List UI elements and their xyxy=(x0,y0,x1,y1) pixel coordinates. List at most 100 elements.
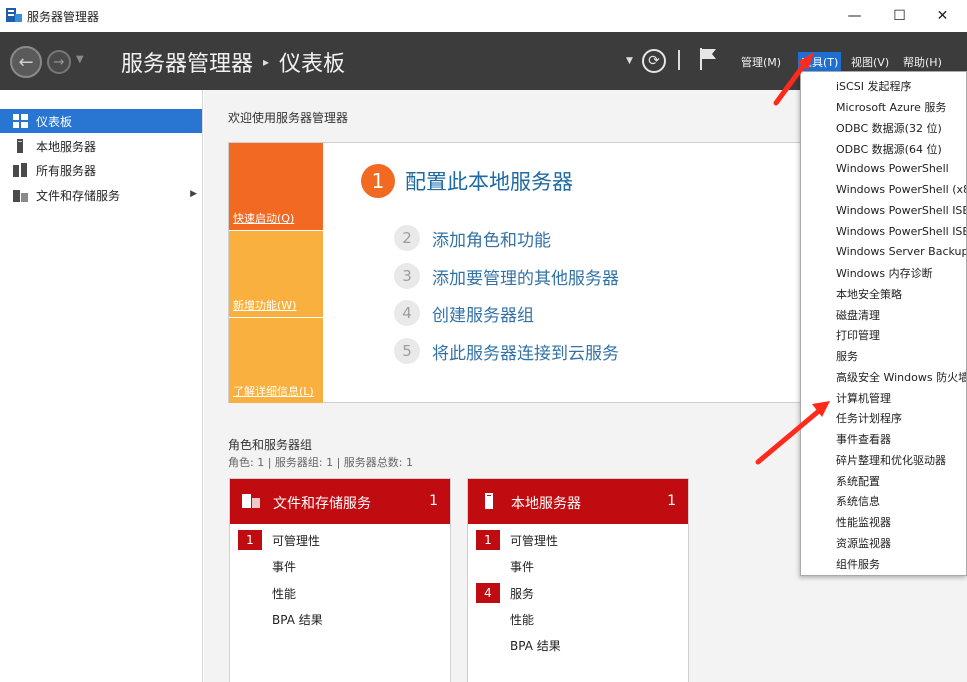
forward-arrow-icon[interactable]: → xyxy=(47,50,71,74)
menu-item-firewall[interactable]: 高级安全 Windows 防火墙 xyxy=(836,366,966,387)
menu-item-task-scheduler[interactable]: 任务计划程序 xyxy=(836,407,966,428)
menu-item-odbc-32[interactable]: ODBC 数据源(32 位) xyxy=(836,117,966,138)
menu-item-system-configuration[interactable]: 系统配置 xyxy=(836,470,966,491)
menu-item-event-viewer[interactable]: 事件查看器 xyxy=(836,428,966,449)
alert-badge: 1 xyxy=(238,530,262,550)
step-number: 2 xyxy=(394,225,420,251)
card-row-services[interactable]: 服务 xyxy=(510,585,534,602)
storage-icon xyxy=(242,494,260,508)
menu-item-iscsi-initiator[interactable]: iSCSI 发起程序 xyxy=(836,75,966,96)
step-number: 1 xyxy=(361,164,395,198)
card-row-performance[interactable]: 性能 xyxy=(272,585,296,602)
close-button[interactable]: ✕ xyxy=(920,0,965,32)
back-arrow-icon[interactable]: ← xyxy=(10,46,42,78)
menu-item-powershell-ise[interactable]: Windows PowerShell ISE xyxy=(836,200,966,221)
step-number: 4 xyxy=(394,300,420,326)
step-configure-local-server[interactable]: 1 配置此本地服务器 xyxy=(361,164,573,198)
welcome-title: 欢迎使用服务器管理器 xyxy=(228,111,349,125)
menu-item-disk-cleanup[interactable]: 磁盘清理 xyxy=(836,304,966,325)
card-count: 1 xyxy=(667,493,676,509)
menu-manage[interactable]: 管理(M) xyxy=(738,52,784,72)
step-link[interactable]: 将此服务器连接到云服务 xyxy=(432,339,619,364)
step-number: 5 xyxy=(394,338,420,364)
server-manager-app-icon xyxy=(6,8,22,22)
sidebar-item-label: 文件和存储服务 xyxy=(36,188,121,203)
card-row-events[interactable]: 事件 xyxy=(272,558,296,575)
step-add-roles[interactable]: 2 添加角色和功能 xyxy=(394,225,551,251)
menu-item-powershell-ise-x86[interactable]: Windows PowerShell ISE (x86) xyxy=(836,221,966,242)
server-icon xyxy=(485,493,493,509)
menu-item-computer-management[interactable]: 计算机管理 xyxy=(836,387,966,408)
breadcrumb: 服务器管理器 ▸ 仪表板 xyxy=(121,46,345,78)
sidebar-item-all-servers[interactable]: 所有服务器 xyxy=(0,158,202,182)
expand-arrow-icon[interactable]: ▶ xyxy=(190,189,197,199)
card-row-events[interactable]: 事件 xyxy=(510,558,534,575)
card-header[interactable]: 文件和存储服务 1 xyxy=(230,479,450,524)
notification-flag-icon[interactable] xyxy=(698,47,718,71)
menu-item-memory-diagnostic[interactable]: Windows 内存诊断 xyxy=(836,262,966,283)
tile-learn-more[interactable]: 了解详细信息(L) xyxy=(229,318,323,403)
card-row-manageability[interactable]: 可管理性 xyxy=(510,532,558,549)
servers-icon xyxy=(13,163,27,177)
step-link[interactable]: 配置此本地服务器 xyxy=(405,166,573,196)
menu-item-services[interactable]: 服务 xyxy=(836,345,966,366)
card-title: 本地服务器 xyxy=(511,496,581,512)
menu-item-odbc-64[interactable]: ODBC 数据源(64 位) xyxy=(836,138,966,159)
breadcrumb-root[interactable]: 服务器管理器 xyxy=(121,46,253,78)
menu-item-system-information[interactable]: 系统信息 xyxy=(836,490,966,511)
step-add-servers[interactable]: 3 添加要管理的其他服务器 xyxy=(394,263,619,289)
maximize-button[interactable]: ☐ xyxy=(877,0,922,32)
card-row-manageability[interactable]: 可管理性 xyxy=(272,532,320,549)
menu-item-print-management[interactable]: 打印管理 xyxy=(836,324,966,345)
menu-tools[interactable]: 工具(T) xyxy=(798,52,842,72)
card-row-performance[interactable]: 性能 xyxy=(510,611,534,628)
sidebar: 仪表板 本地服务器 所有服务器 文件和存储服务 ▶ xyxy=(0,90,203,682)
card-count: 1 xyxy=(429,493,438,509)
menu-item-performance-monitor[interactable]: 性能监视器 xyxy=(836,511,966,532)
alert-badge: 4 xyxy=(476,583,500,603)
refresh-dropdown-icon[interactable]: ▼ xyxy=(626,56,633,66)
menu-item-resource-monitor[interactable]: 资源监视器 xyxy=(836,532,966,553)
menu-view[interactable]: 视图(V) xyxy=(848,52,892,72)
card-title: 文件和存储服务 xyxy=(273,496,371,512)
step-link[interactable]: 添加角色和功能 xyxy=(432,226,551,251)
menu-item-azure-services[interactable]: Microsoft Azure 服务 xyxy=(836,96,966,117)
sidebar-item-file-storage[interactable]: 文件和存储服务 ▶ xyxy=(0,183,202,207)
history-dropdown-icon[interactable]: ▼ xyxy=(76,54,84,65)
menu-item-server-backup[interactable]: Windows Server Backup xyxy=(836,241,966,262)
breadcrumb-current: 仪表板 xyxy=(279,52,346,77)
step-connect-cloud[interactable]: 5 将此服务器连接到云服务 xyxy=(394,338,619,364)
title-bar: 服务器管理器 — ☐ ✕ xyxy=(0,0,967,32)
minimize-button[interactable]: — xyxy=(832,0,877,32)
menu-item-powershell[interactable]: Windows PowerShell xyxy=(836,158,966,179)
card-row-bpa[interactable]: BPA 结果 xyxy=(510,637,561,654)
refresh-icon[interactable]: ⟳ xyxy=(642,49,666,73)
sidebar-item-dashboard[interactable]: 仪表板 xyxy=(0,109,202,133)
tile-label: 了解详细信息(L) xyxy=(233,385,314,398)
storage-icon xyxy=(13,190,28,202)
breadcrumb-separator: ▸ xyxy=(263,55,270,69)
sidebar-item-label: 仪表板 xyxy=(36,114,73,129)
menu-item-local-security-policy[interactable]: 本地安全策略 xyxy=(836,283,966,304)
tile-whats-new[interactable]: 新增功能(W) xyxy=(229,231,323,317)
tile-label: 快速启动(Q) xyxy=(233,212,295,225)
dashboard-icon xyxy=(13,114,28,128)
step-link[interactable]: 创建服务器组 xyxy=(432,301,534,326)
step-number: 3 xyxy=(394,263,420,289)
window-title: 服务器管理器 xyxy=(27,10,100,24)
tile-label: 新增功能(W) xyxy=(233,299,297,312)
card-header[interactable]: 本地服务器 1 xyxy=(468,479,688,524)
sidebar-item-label: 所有服务器 xyxy=(36,163,97,178)
header-divider xyxy=(678,50,680,70)
card-row-bpa[interactable]: BPA 结果 xyxy=(272,611,323,628)
menu-item-component-services[interactable]: 组件服务 xyxy=(836,553,966,574)
menu-item-powershell-x86[interactable]: Windows PowerShell (x86) xyxy=(836,179,966,200)
menu-item-defragment[interactable]: 碎片整理和优化驱动器 xyxy=(836,449,966,470)
menu-help[interactable]: 帮助(H) xyxy=(900,52,945,72)
sidebar-item-local-server[interactable]: 本地服务器 xyxy=(0,134,202,158)
role-card-file-storage: 文件和存储服务 1 1 可管理性 事件 性能 BPA 结果 xyxy=(229,478,451,682)
tile-quick-start[interactable]: 快速启动(Q) xyxy=(229,143,323,230)
tools-dropdown-menu: iSCSI 发起程序 Microsoft Azure 服务 ODBC 数据源(3… xyxy=(800,71,967,576)
step-link[interactable]: 添加要管理的其他服务器 xyxy=(432,264,619,289)
step-create-group[interactable]: 4 创建服务器组 xyxy=(394,300,534,326)
